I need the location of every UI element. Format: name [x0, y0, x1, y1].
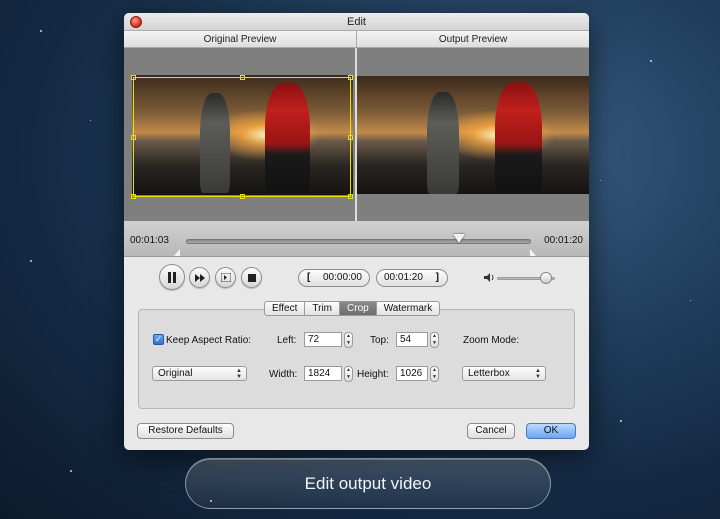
crop-handle[interactable] [131, 194, 136, 199]
height-input[interactable]: 1026 [396, 366, 428, 381]
edit-tabs: Effect Trim Crop Watermark [264, 301, 441, 316]
stop-button[interactable] [241, 267, 262, 288]
next-frame-button[interactable] [215, 267, 236, 288]
end-time: 00:01:20 [544, 235, 583, 246]
trim-start-marker[interactable] [174, 249, 180, 256]
star [650, 60, 652, 62]
fast-forward-icon [194, 273, 205, 282]
preview-area [124, 48, 589, 221]
output-video-frame [357, 76, 589, 194]
height-stepper[interactable]: ▲ ▼ [430, 366, 439, 382]
left-input[interactable]: 72 [304, 332, 342, 347]
tab-trim[interactable]: Trim [305, 301, 341, 316]
crop-handle[interactable] [131, 135, 136, 140]
aspect-ratio-select[interactable]: Original ▲▼ [152, 366, 247, 381]
zoom-mode-label: Zoom Mode: [463, 335, 520, 346]
output-preview-label: Output Preview [438, 34, 508, 45]
original-preview[interactable] [124, 48, 355, 221]
start-time-control[interactable]: [ 00:00:00 [298, 269, 370, 287]
cancel-button[interactable]: Cancel [467, 423, 515, 439]
aspect-ratio-value: Original [158, 368, 193, 379]
crop-handle[interactable] [348, 135, 353, 140]
width-input[interactable]: 1824 [304, 366, 342, 381]
crop-handle[interactable] [348, 194, 353, 199]
video-person [427, 92, 459, 194]
star [70, 470, 72, 472]
pause-button[interactable] [159, 264, 185, 290]
zoom-mode-value: Letterbox [468, 368, 510, 379]
tab-watermark[interactable]: Watermark [376, 301, 441, 316]
trim-end-marker[interactable] [530, 249, 536, 256]
updown-arrow-icon: ▲▼ [236, 368, 242, 380]
tab-crop[interactable]: Crop [340, 301, 377, 316]
tab-effect[interactable]: Effect [264, 301, 306, 316]
close-button[interactable] [130, 16, 142, 28]
crop-handle[interactable] [240, 75, 245, 80]
title-bar: Edit [124, 13, 589, 31]
timeline-playhead[interactable] [452, 234, 465, 243]
video-person [495, 82, 542, 194]
edit-window: Edit Original Preview Output Preview 00:… [124, 13, 589, 450]
output-preview [357, 48, 589, 221]
preview-headers: Original Preview Output Preview [124, 31, 589, 48]
original-preview-label: Original Preview [124, 31, 357, 47]
keep-aspect-checkbox[interactable]: ✓ [153, 334, 164, 345]
zoom-mode-select[interactable]: Letterbox ▲▼ [462, 366, 546, 381]
star [600, 180, 601, 181]
fast-forward-button[interactable] [189, 267, 210, 288]
end-time-control[interactable]: 00:01:20 ] [376, 269, 448, 287]
star [620, 420, 622, 422]
edit-output-video-caption: Edit output video [185, 458, 551, 509]
next-frame-icon [220, 273, 231, 282]
star [690, 300, 691, 301]
timeline-track[interactable] [186, 239, 531, 244]
speaker-icon [484, 273, 494, 282]
left-stepper[interactable]: ▲ ▼ [344, 332, 353, 348]
top-label: Top: [370, 335, 389, 346]
current-time: 00:01:03 [130, 235, 169, 246]
ok-button[interactable]: OK [526, 423, 576, 439]
crop-handle[interactable] [348, 75, 353, 80]
window-title: Edit [347, 16, 366, 28]
star [40, 30, 42, 32]
keep-aspect-label: Keep Aspect Ratio: [166, 335, 252, 346]
height-label: Height: [357, 369, 389, 380]
stop-icon [247, 273, 256, 282]
start-time-value: 00:00:00 [323, 272, 362, 283]
left-label: Left: [277, 335, 297, 346]
end-time-value: 00:01:20 [384, 272, 423, 283]
pause-icon [168, 271, 176, 283]
crop-panel: ✓ Keep Aspect Ratio: Left: 72 ▲ ▼ Top: 54… [138, 309, 575, 409]
star [90, 120, 91, 121]
star [30, 260, 32, 262]
timeline: 00:01:03 00:01:20 [124, 221, 589, 257]
updown-arrow-icon: ▲▼ [535, 368, 541, 380]
width-label: Width: [269, 369, 298, 380]
restore-defaults-button[interactable]: Restore Defaults [137, 423, 234, 439]
crop-handle[interactable] [131, 75, 136, 80]
width-stepper[interactable]: ▲ ▼ [344, 366, 353, 382]
crop-selection-box[interactable] [131, 75, 353, 199]
crop-handle[interactable] [240, 194, 245, 199]
volume-slider-thumb[interactable] [540, 272, 553, 284]
top-stepper[interactable]: ▲ ▼ [430, 332, 439, 348]
top-input[interactable]: 54 [396, 332, 428, 347]
playback-controls: [ 00:00:00 00:01:20 ] [124, 258, 589, 298]
set-end-bracket[interactable]: ] [436, 270, 439, 286]
set-start-bracket[interactable]: [ [307, 270, 310, 286]
